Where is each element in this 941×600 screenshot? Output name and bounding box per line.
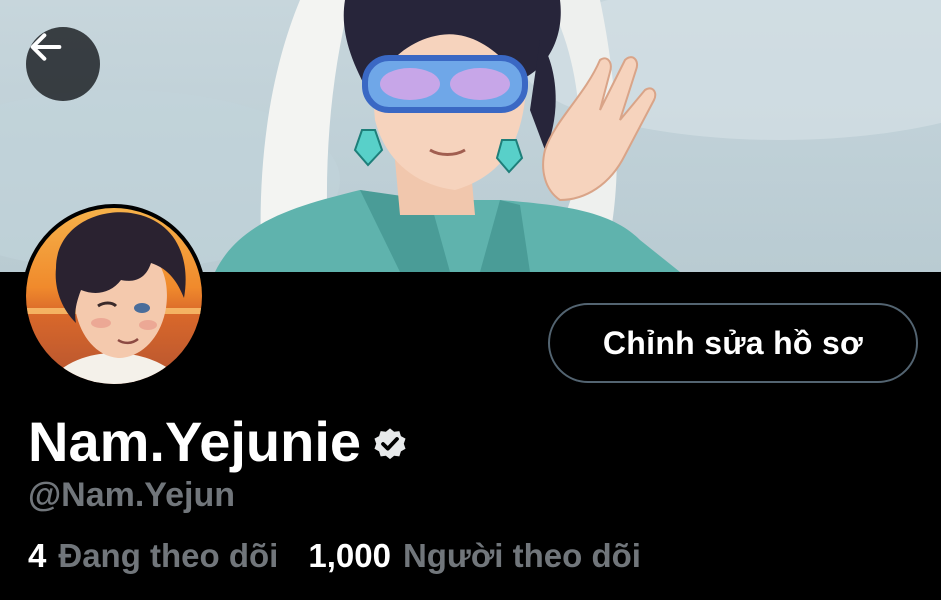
following-label: Đang theo dõi — [58, 537, 279, 574]
avatar-illustration — [26, 208, 202, 384]
followers-label: Người theo dõi — [402, 537, 641, 574]
verified-badge-icon[interactable] — [371, 426, 409, 464]
followers-link[interactable]: 1,000 Người theo dõi — [308, 537, 641, 575]
avatar[interactable] — [22, 204, 206, 388]
back-button[interactable] — [26, 27, 100, 101]
edit-profile-button[interactable]: Chỉnh sửa hồ sơ — [548, 303, 918, 383]
arrow-left-icon — [30, 33, 62, 61]
following-count: 4 — [28, 537, 47, 574]
following-link[interactable]: 4 Đang theo dõi — [28, 537, 278, 575]
followers-count: 1,000 — [308, 537, 391, 574]
profile-stats: 4 Đang theo dõi 1,000 Người theo dõi — [28, 537, 641, 575]
display-name: Nam.Yejunie — [28, 410, 362, 473]
display-name-row: Nam.Yejunie — [28, 410, 409, 474]
user-handle: @Nam.Yejun — [28, 476, 235, 514]
